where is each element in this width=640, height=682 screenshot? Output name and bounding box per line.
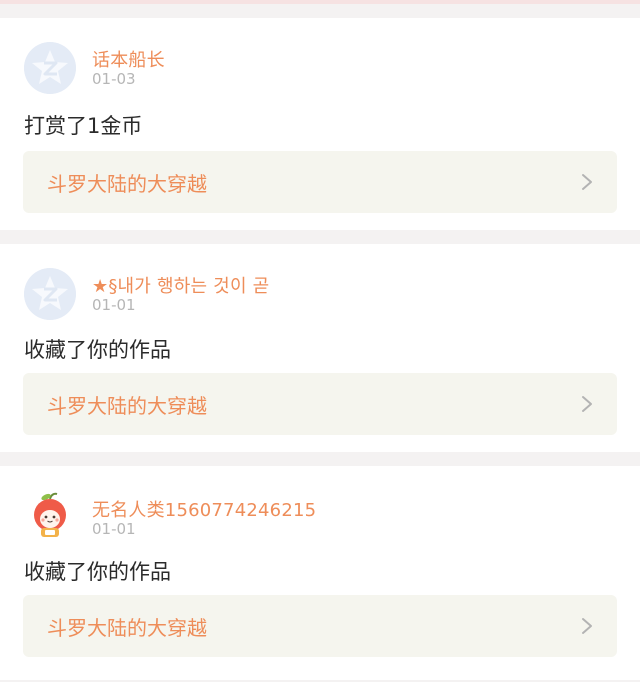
action-text: 收藏了你的作品 [24, 338, 171, 362]
timestamp: 01-01 [92, 520, 136, 538]
work-link[interactable]: 斗罗大陆的大穿越 [23, 151, 617, 213]
work-title: 斗罗大陆的大穿越 [47, 616, 207, 640]
chevron-right-icon [581, 617, 593, 635]
work-title: 斗罗大陆的大穿越 [47, 394, 207, 418]
user-avatar[interactable] [24, 490, 76, 542]
notification-feed: 话本船长 01-03 打赏了1金币 斗罗大陆的大穿越 ★§내가 행하는 것이 곧… [0, 0, 640, 682]
chevron-right-icon [581, 395, 593, 413]
user-avatar[interactable] [24, 42, 76, 94]
default-avatar-icon [24, 268, 76, 320]
work-title: 斗罗大陆的大穿越 [47, 172, 207, 196]
timestamp: 01-01 [92, 296, 136, 314]
work-link[interactable]: 斗罗大陆的大穿越 [23, 595, 617, 657]
apple-character-icon [34, 492, 66, 537]
action-text: 收藏了你的作品 [24, 560, 171, 584]
user-avatar[interactable] [24, 268, 76, 320]
feed-card: ★§내가 행하는 것이 곧 01-01 收藏了你的作品 斗罗大陆的大穿越 [0, 244, 640, 452]
feed-card: 无名人类1560774246215 01-01 收藏了你的作品 斗罗大陆的大穿越 [0, 466, 640, 680]
work-link[interactable]: 斗罗大陆的大穿越 [23, 373, 617, 435]
username[interactable]: 话本船长 [92, 46, 165, 72]
timestamp: 01-03 [92, 70, 136, 88]
top-divider [0, 0, 640, 4]
username[interactable]: ★§내가 행하는 것이 곧 [92, 272, 269, 298]
chevron-right-icon [581, 173, 593, 191]
action-text: 打赏了1金币 [24, 114, 143, 138]
username[interactable]: 无名人类1560774246215 [92, 496, 316, 522]
default-avatar-icon [24, 42, 76, 94]
feed-card: 话本船长 01-03 打赏了1金币 斗罗大陆的大穿越 [0, 18, 640, 230]
